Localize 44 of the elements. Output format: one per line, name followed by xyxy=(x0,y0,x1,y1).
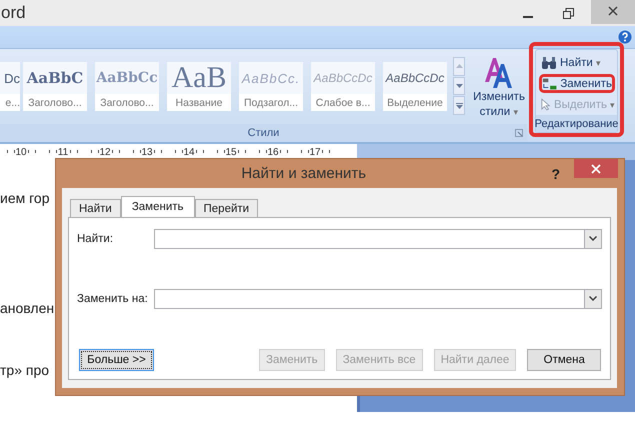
change-styles-button[interactable]: Изменить стили ▾ xyxy=(471,90,527,120)
style-gallery-item[interactable]: AaBbCcDc Слабое в... xyxy=(311,62,375,111)
dialog-tab[interactable]: Заменить xyxy=(120,196,195,217)
close-button[interactable] xyxy=(574,159,618,178)
help-button[interactable]: ? xyxy=(551,166,560,182)
dialog-launcher-icon[interactable] xyxy=(515,129,523,137)
document-text: ием гор xyxy=(0,190,50,208)
dialog-button[interactable]: Отмена xyxy=(527,349,602,371)
cursor-icon xyxy=(541,97,551,112)
document-text: тр» про xyxy=(0,362,50,380)
style-gallery-item[interactable]: AaB Название xyxy=(167,62,231,111)
letters-icon xyxy=(483,56,515,90)
document-text: ановлен xyxy=(0,300,54,318)
binoculars-icon xyxy=(541,56,557,70)
close-icon xyxy=(608,6,618,16)
help-icon[interactable] xyxy=(618,30,632,44)
more-arrow-icon xyxy=(456,102,462,109)
dialog-tab[interactable]: Перейти xyxy=(194,199,258,217)
restore-icon xyxy=(562,8,574,18)
dialog-title: Найти и заменить xyxy=(240,165,368,182)
style-gallery-item[interactable]: Dc е... xyxy=(0,62,20,111)
close-button[interactable] xyxy=(591,0,635,24)
group-label: Редактирование xyxy=(536,115,617,132)
scroll-down-button[interactable] xyxy=(453,76,465,96)
style-gallery-item[interactable]: AaBbCc. Подзагол... xyxy=(239,62,303,111)
up-arrow-icon xyxy=(456,64,462,68)
minimize-icon xyxy=(523,16,533,18)
style-gallery-item[interactable]: AaBbCcDc Выделение xyxy=(383,62,447,111)
dialog-tab[interactable]: Найти xyxy=(70,199,121,217)
combo-field[interactable] xyxy=(154,288,602,308)
field-label: Найти: xyxy=(77,232,114,244)
field-label: Заменить на: xyxy=(77,292,149,304)
find-button[interactable]: Найти ▾ xyxy=(539,53,615,72)
window-title: ord xyxy=(1,3,27,23)
gallery-more-button[interactable] xyxy=(453,96,465,116)
replace-button[interactable]: Заменить xyxy=(539,74,615,93)
dialog-button[interactable]: Больше >> xyxy=(79,349,154,371)
style-gallery-item[interactable]: AaBbC Заголово... xyxy=(23,62,87,111)
down-arrow-icon xyxy=(456,84,462,88)
replace-icon xyxy=(542,76,558,92)
combo-field[interactable] xyxy=(154,228,602,248)
style-gallery-item[interactable]: AaBbCc Заголово... xyxy=(95,62,159,111)
close-icon xyxy=(591,164,601,174)
group-label: Стили xyxy=(248,127,280,139)
